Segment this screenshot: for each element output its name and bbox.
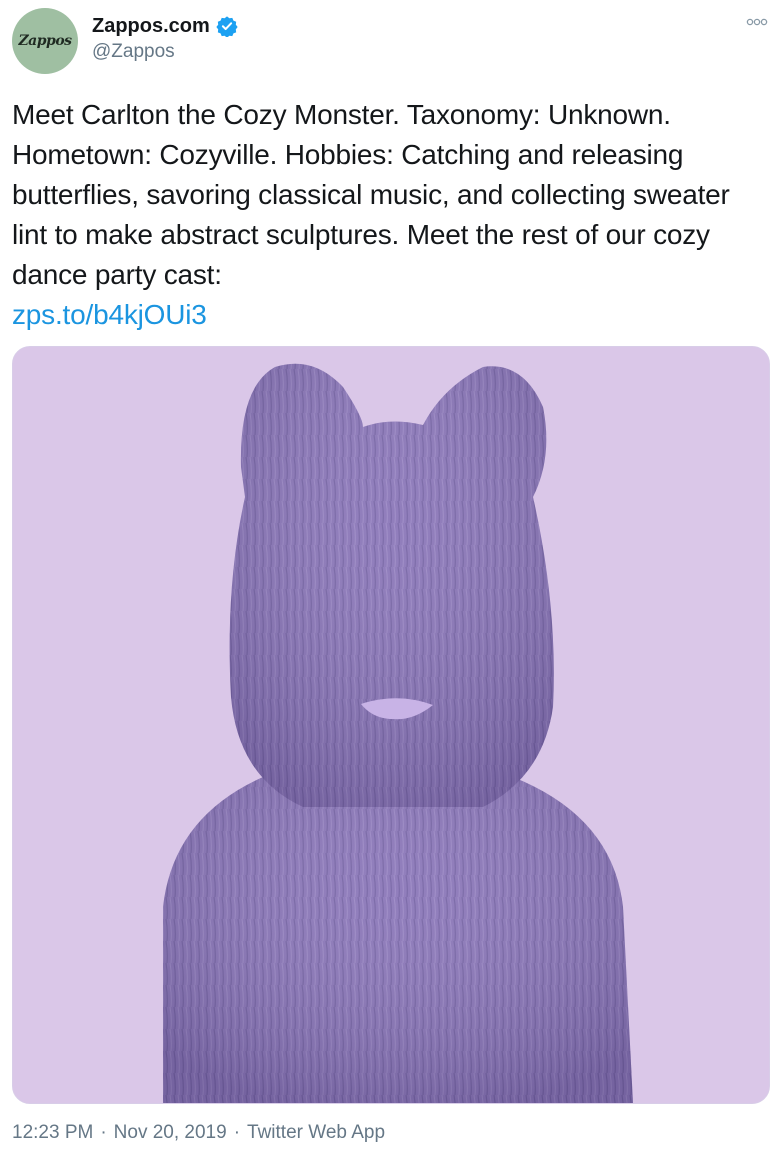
tweet-time[interactable]: 12:23 PM bbox=[12, 1122, 93, 1144]
display-name[interactable]: Zappos.com bbox=[92, 15, 210, 38]
tweet-meta: 12:23 PM · Nov 20, 2019 · Twitter Web Ap… bbox=[12, 1122, 385, 1144]
avatar-logo-text: Zappos bbox=[18, 33, 72, 49]
tweet-date[interactable]: Nov 20, 2019 bbox=[114, 1122, 227, 1144]
tweet-text: Meet Carlton the Cozy Monster. Taxonomy:… bbox=[12, 99, 738, 290]
author-block: Zappos.com @Zappos bbox=[92, 14, 238, 63]
cozy-monster-illustration bbox=[13, 347, 769, 1103]
avatar[interactable]: Zappos bbox=[12, 8, 78, 74]
verified-badge-icon bbox=[216, 16, 238, 37]
author-handle[interactable]: @Zappos bbox=[92, 41, 238, 63]
tweet-media-image[interactable] bbox=[12, 346, 770, 1104]
display-name-row: Zappos.com bbox=[92, 14, 238, 38]
meta-separator: · bbox=[233, 1122, 241, 1143]
meta-separator: · bbox=[100, 1122, 107, 1143]
tweet-source[interactable]: Twitter Web App bbox=[247, 1122, 385, 1144]
tweet-link[interactable]: zps.to/b4kjOUi3 bbox=[12, 295, 772, 335]
tweet-card: Zappos Zappos.com @Zappos Meet Carlton t… bbox=[0, 0, 784, 1158]
tweet-body: Meet Carlton the Cozy Monster. Taxonomy:… bbox=[12, 95, 772, 335]
more-options-icon[interactable] bbox=[746, 16, 768, 28]
